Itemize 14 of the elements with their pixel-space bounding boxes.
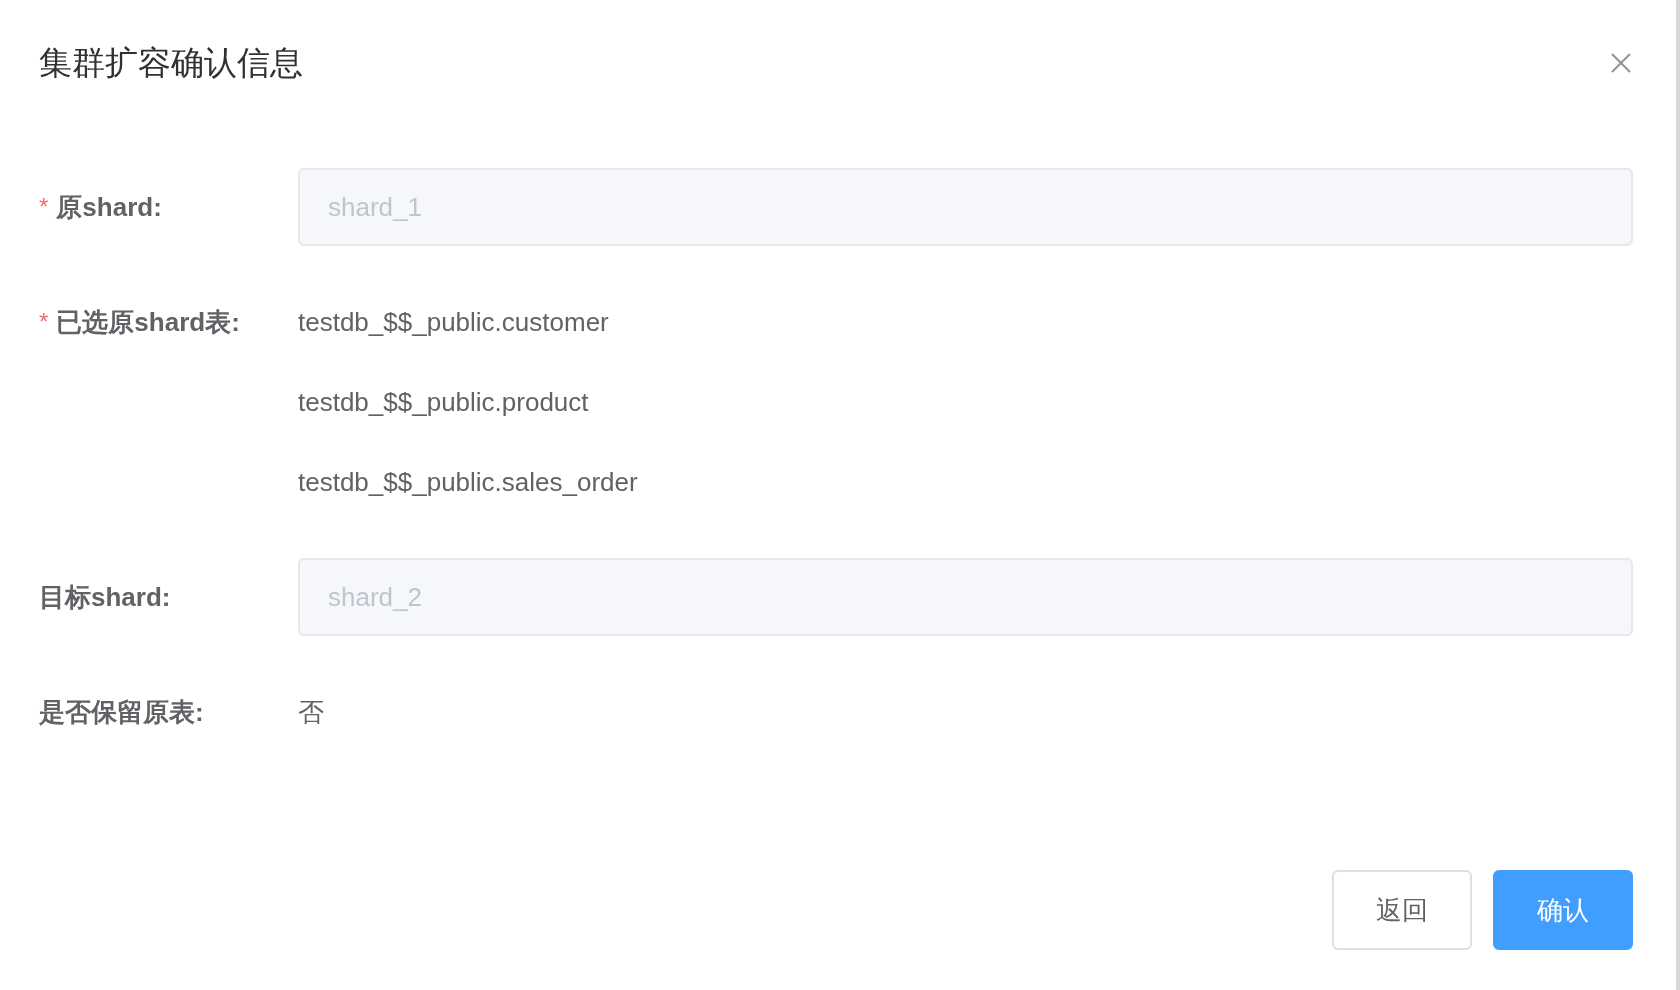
table-name: testdb_$$_public.product xyxy=(298,385,590,419)
field-label: 目标shard: xyxy=(39,580,171,614)
required-asterisk: * xyxy=(39,307,49,337)
dialog-title: 集群扩容确认信息 xyxy=(39,42,303,83)
field-label: 是否保留原表: xyxy=(39,695,204,729)
required-asterisk: * xyxy=(39,192,49,222)
back-button[interactable]: 返回 xyxy=(1332,870,1472,950)
field-label: 已选原shard表: xyxy=(56,305,240,339)
field-label: 原shard: xyxy=(56,190,162,224)
table-name: testdb_$$_public.sales_order xyxy=(298,465,638,499)
field-value: 否 xyxy=(298,695,324,729)
table-name: testdb_$$_public.customer xyxy=(298,305,610,339)
confirm-button[interactable]: 确认 xyxy=(1493,870,1633,950)
close-icon[interactable] xyxy=(1610,51,1632,74)
